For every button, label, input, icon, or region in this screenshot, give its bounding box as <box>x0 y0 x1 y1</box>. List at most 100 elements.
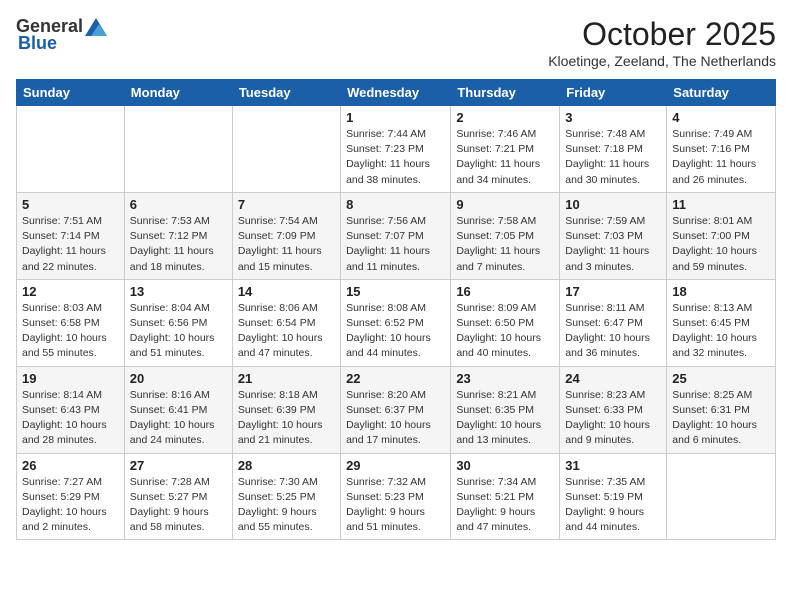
calendar-cell: 19 Sunrise: 8:14 AM Sunset: 6:43 PM Dayli… <box>17 366 125 453</box>
day-info: Sunrise: 8:14 AM Sunset: 6:43 PM Dayligh… <box>22 388 119 449</box>
calendar-cell: 23 Sunrise: 8:21 AM Sunset: 6:35 PM Dayli… <box>451 366 560 453</box>
day-number: 19 <box>22 371 119 386</box>
day-number: 29 <box>346 458 445 473</box>
title-block: October 2025 Kloetinge, Zeeland, The Net… <box>548 16 776 69</box>
logo-icon <box>85 18 107 36</box>
day-number: 17 <box>565 284 661 299</box>
day-number: 14 <box>238 284 335 299</box>
day-number: 22 <box>346 371 445 386</box>
calendar-cell: 10Sunrise: 7:59 AM Sunset: 7:03 PM Dayli… <box>560 192 667 279</box>
calendar-cell: 11Sunrise: 8:01 AM Sunset: 7:00 PM Dayli… <box>667 192 776 279</box>
day-info: Sunrise: 7:35 AM Sunset: 5:19 PM Dayligh… <box>565 475 661 536</box>
day-info: Sunrise: 7:30 AM Sunset: 5:25 PM Dayligh… <box>238 475 335 536</box>
calendar-cell: 2 Sunrise: 7:46 AM Sunset: 7:21 PM Daylig… <box>451 106 560 193</box>
day-info: Sunrise: 7:28 AM Sunset: 5:27 PM Dayligh… <box>130 475 227 536</box>
location-subtitle: Kloetinge, Zeeland, The Netherlands <box>548 53 776 69</box>
day-number: 18 <box>672 284 770 299</box>
weekday-header-sunday: Sunday <box>17 80 125 106</box>
calendar-cell: 6 Sunrise: 7:53 AM Sunset: 7:12 PM Daylig… <box>124 192 232 279</box>
day-number: 3 <box>565 110 661 125</box>
day-info: Sunrise: 7:27 AM Sunset: 5:29 PM Dayligh… <box>22 475 119 536</box>
day-number: 23 <box>456 371 554 386</box>
calendar-cell <box>17 106 125 193</box>
weekday-header-row: SundayMondayTuesdayWednesdayThursdayFrid… <box>17 80 776 106</box>
calendar-cell: 14 Sunrise: 8:06 AM Sunset: 6:54 PM Dayli… <box>232 279 340 366</box>
calendar-cell: 29 Sunrise: 7:32 AM Sunset: 5:23 PM Dayli… <box>341 453 451 540</box>
calendar-cell: 27 Sunrise: 7:28 AM Sunset: 5:27 PM Dayli… <box>124 453 232 540</box>
day-number: 25 <box>672 371 770 386</box>
day-info: Sunrise: 7:59 AM Sunset: 7:03 PM Dayligh… <box>565 214 661 275</box>
day-number: 5 <box>22 197 119 212</box>
calendar-cell: 22 Sunrise: 8:20 AM Sunset: 6:37 PM Dayli… <box>341 366 451 453</box>
day-number: 11 <box>672 197 770 212</box>
day-number: 9 <box>456 197 554 212</box>
calendar-cell: 28 Sunrise: 7:30 AM Sunset: 5:25 PM Dayli… <box>232 453 340 540</box>
day-info: Sunrise: 7:46 AM Sunset: 7:21 PM Dayligh… <box>456 127 554 188</box>
calendar-cell: 9Sunrise: 7:58 AM Sunset: 7:05 PM Daylig… <box>451 192 560 279</box>
day-info: Sunrise: 7:48 AM Sunset: 7:18 PM Dayligh… <box>565 127 661 188</box>
calendar-week-row: 19 Sunrise: 8:14 AM Sunset: 6:43 PM Dayli… <box>17 366 776 453</box>
day-number: 8 <box>346 197 445 212</box>
calendar-cell: 20Sunrise: 8:16 AM Sunset: 6:41 PM Dayli… <box>124 366 232 453</box>
day-info: Sunrise: 7:34 AM Sunset: 5:21 PM Dayligh… <box>456 475 554 536</box>
calendar-cell: 5Sunrise: 7:51 AM Sunset: 7:14 PM Daylig… <box>17 192 125 279</box>
day-info: Sunrise: 8:18 AM Sunset: 6:39 PM Dayligh… <box>238 388 335 449</box>
day-number: 27 <box>130 458 227 473</box>
calendar-cell: 31 Sunrise: 7:35 AM Sunset: 5:19 PM Dayli… <box>560 453 667 540</box>
day-info: Sunrise: 8:08 AM Sunset: 6:52 PM Dayligh… <box>346 301 445 362</box>
calendar-cell: 24 Sunrise: 8:23 AM Sunset: 6:33 PM Dayli… <box>560 366 667 453</box>
day-number: 16 <box>456 284 554 299</box>
calendar-cell: 30 Sunrise: 7:34 AM Sunset: 5:21 PM Dayli… <box>451 453 560 540</box>
day-info: Sunrise: 8:06 AM Sunset: 6:54 PM Dayligh… <box>238 301 335 362</box>
calendar-cell <box>124 106 232 193</box>
calendar-cell: 8 Sunrise: 7:56 AM Sunset: 7:07 PM Daylig… <box>341 192 451 279</box>
calendar-cell: 25 Sunrise: 8:25 AM Sunset: 6:31 PM Dayli… <box>667 366 776 453</box>
day-number: 1 <box>346 110 445 125</box>
logo: General Blue <box>16 16 107 54</box>
calendar-table: SundayMondayTuesdayWednesdayThursdayFrid… <box>16 79 776 540</box>
day-number: 21 <box>238 371 335 386</box>
page-header: General Blue October 2025 Kloetinge, Zee… <box>16 16 776 69</box>
day-info: Sunrise: 7:32 AM Sunset: 5:23 PM Dayligh… <box>346 475 445 536</box>
calendar-week-row: 1 Sunrise: 7:44 AM Sunset: 7:23 PM Daylig… <box>17 106 776 193</box>
day-info: Sunrise: 8:16 AM Sunset: 6:41 PM Dayligh… <box>130 388 227 449</box>
day-info: Sunrise: 8:21 AM Sunset: 6:35 PM Dayligh… <box>456 388 554 449</box>
day-info: Sunrise: 7:44 AM Sunset: 7:23 PM Dayligh… <box>346 127 445 188</box>
day-number: 30 <box>456 458 554 473</box>
day-number: 31 <box>565 458 661 473</box>
day-info: Sunrise: 8:23 AM Sunset: 6:33 PM Dayligh… <box>565 388 661 449</box>
weekday-header-thursday: Thursday <box>451 80 560 106</box>
month-year-title: October 2025 <box>548 16 776 53</box>
day-info: Sunrise: 8:04 AM Sunset: 6:56 PM Dayligh… <box>130 301 227 362</box>
day-number: 6 <box>130 197 227 212</box>
calendar-cell: 1 Sunrise: 7:44 AM Sunset: 7:23 PM Daylig… <box>341 106 451 193</box>
calendar-cell: 3 Sunrise: 7:48 AM Sunset: 7:18 PM Daylig… <box>560 106 667 193</box>
day-info: Sunrise: 8:11 AM Sunset: 6:47 PM Dayligh… <box>565 301 661 362</box>
calendar-body: 1 Sunrise: 7:44 AM Sunset: 7:23 PM Daylig… <box>17 106 776 540</box>
calendar-cell: 18Sunrise: 8:13 AM Sunset: 6:45 PM Dayli… <box>667 279 776 366</box>
calendar-cell: 7Sunrise: 7:54 AM Sunset: 7:09 PM Daylig… <box>232 192 340 279</box>
logo-blue-text: Blue <box>18 33 57 54</box>
calendar-week-row: 26Sunrise: 7:27 AM Sunset: 5:29 PM Dayli… <box>17 453 776 540</box>
day-number: 15 <box>346 284 445 299</box>
calendar-cell: 4Sunrise: 7:49 AM Sunset: 7:16 PM Daylig… <box>667 106 776 193</box>
calendar-cell: 17 Sunrise: 8:11 AM Sunset: 6:47 PM Dayli… <box>560 279 667 366</box>
calendar-cell: 12Sunrise: 8:03 AM Sunset: 6:58 PM Dayli… <box>17 279 125 366</box>
calendar-week-row: 5Sunrise: 7:51 AM Sunset: 7:14 PM Daylig… <box>17 192 776 279</box>
calendar-cell <box>232 106 340 193</box>
day-number: 28 <box>238 458 335 473</box>
calendar-week-row: 12Sunrise: 8:03 AM Sunset: 6:58 PM Dayli… <box>17 279 776 366</box>
day-info: Sunrise: 7:53 AM Sunset: 7:12 PM Dayligh… <box>130 214 227 275</box>
weekday-header-saturday: Saturday <box>667 80 776 106</box>
day-info: Sunrise: 8:20 AM Sunset: 6:37 PM Dayligh… <box>346 388 445 449</box>
weekday-header-friday: Friday <box>560 80 667 106</box>
day-info: Sunrise: 7:49 AM Sunset: 7:16 PM Dayligh… <box>672 127 770 188</box>
day-info: Sunrise: 8:25 AM Sunset: 6:31 PM Dayligh… <box>672 388 770 449</box>
day-info: Sunrise: 7:56 AM Sunset: 7:07 PM Dayligh… <box>346 214 445 275</box>
day-number: 24 <box>565 371 661 386</box>
calendar-cell: 26Sunrise: 7:27 AM Sunset: 5:29 PM Dayli… <box>17 453 125 540</box>
weekday-header-wednesday: Wednesday <box>341 80 451 106</box>
day-number: 2 <box>456 110 554 125</box>
day-info: Sunrise: 8:09 AM Sunset: 6:50 PM Dayligh… <box>456 301 554 362</box>
calendar-header: SundayMondayTuesdayWednesdayThursdayFrid… <box>17 80 776 106</box>
